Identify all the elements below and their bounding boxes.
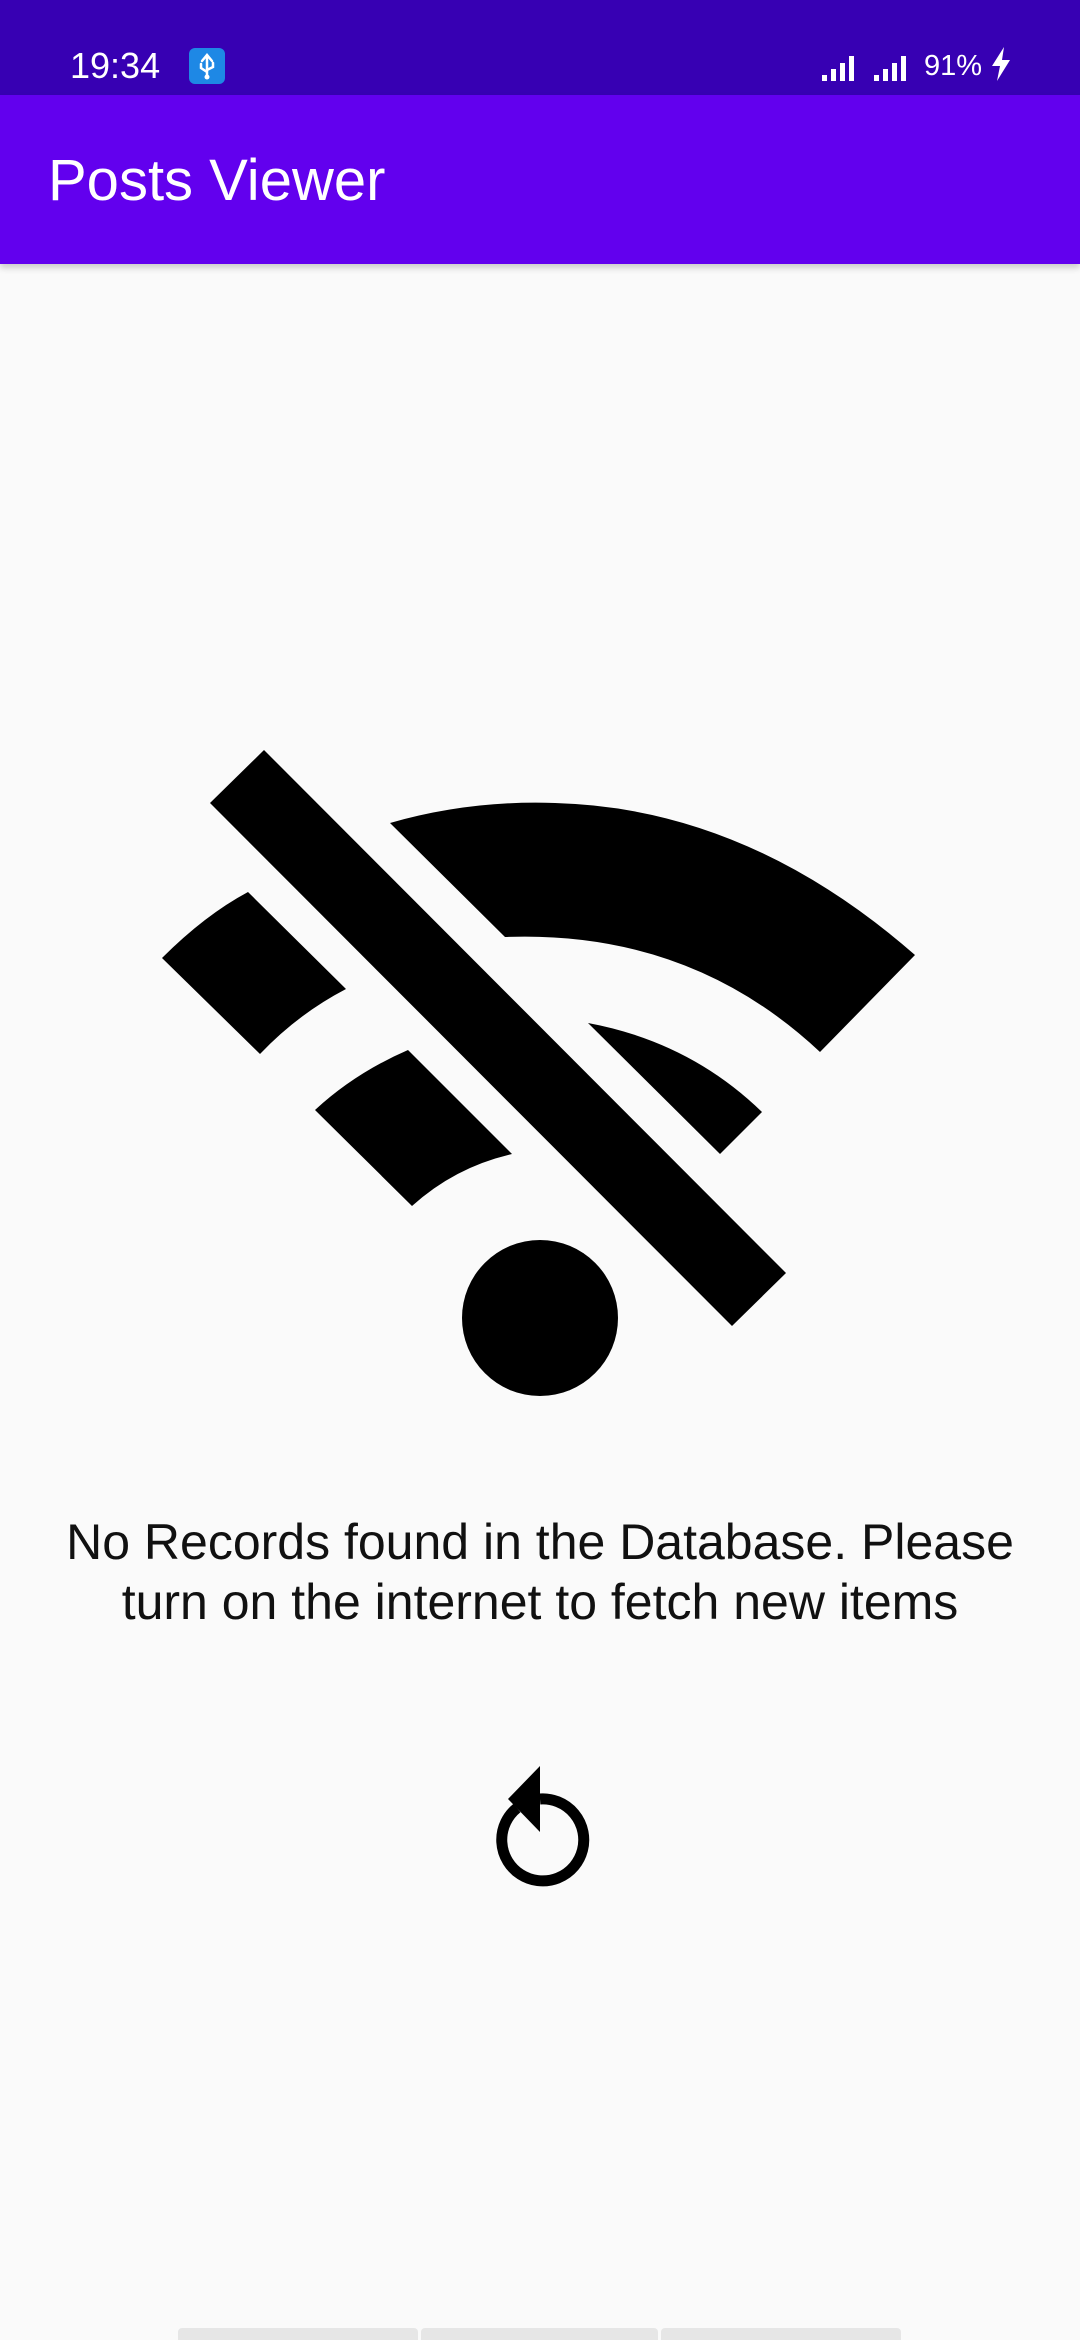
refresh-button[interactable] [470,1750,610,1890]
status-bar: 19:34 91% [0,0,1080,95]
empty-state-message: No Records found in the Database. Please… [66,1514,1014,1630]
nav-bar-segment-center [421,2328,658,2340]
app-bar: Posts Viewer [0,95,1080,264]
usb-icon [189,48,225,84]
wifi-off-icon [150,740,930,1420]
signal-icon-2 [872,49,916,83]
signal-icon [820,49,864,83]
charging-bolt-icon [990,46,1012,87]
nav-bar-segment-right [661,2328,901,2340]
status-icons: 91% [820,44,1012,88]
refresh-icon [496,1766,590,1887]
battery-percentage: 91% [923,50,982,82]
page-title: Posts Viewer [48,148,386,213]
status-time: 19:34 [70,45,161,86]
nav-bar-segment-left [178,2328,418,2340]
